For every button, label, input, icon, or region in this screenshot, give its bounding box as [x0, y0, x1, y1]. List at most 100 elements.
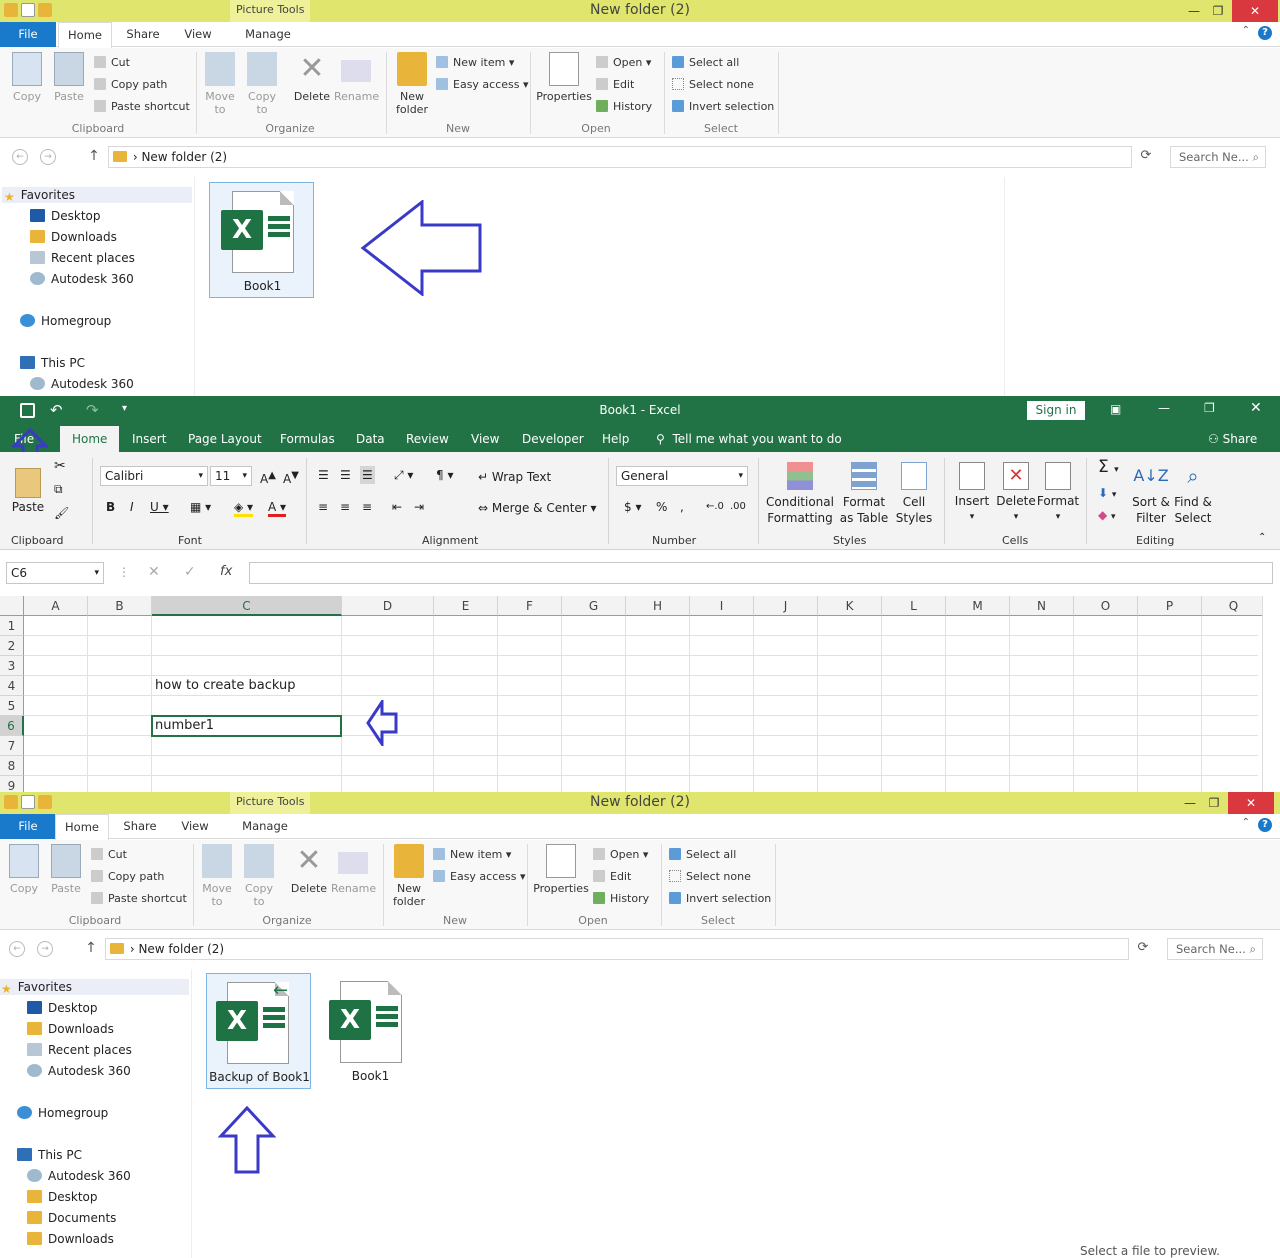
worksheet-row[interactable]: [24, 756, 1258, 776]
nav-favorites[interactable]: ★ Favorites: [2, 187, 192, 204]
rename-button[interactable]: Rename: [334, 52, 379, 103]
orientation-icon[interactable]: ⤢ ▾: [394, 468, 413, 482]
tab-home[interactable]: Home: [55, 814, 109, 840]
column-header-l[interactable]: L: [882, 596, 946, 616]
collapse-ribbon-icon[interactable]: ⌃: [1258, 532, 1266, 543]
column-header-m[interactable]: M: [946, 596, 1010, 616]
file-item-book1[interactable]: X Book1: [209, 182, 314, 298]
new-folder-button[interactable]: New folder: [392, 52, 432, 116]
row-header-7[interactable]: 7: [0, 736, 24, 756]
open-button[interactable]: Open ▾: [596, 56, 651, 70]
nav-desktop-pc[interactable]: Desktop: [27, 1189, 98, 1205]
copy-button[interactable]: Copy: [10, 52, 44, 103]
row-header-2[interactable]: 2: [0, 636, 24, 656]
copy-icon[interactable]: ⧉: [54, 482, 63, 497]
worksheet-row[interactable]: [24, 696, 1258, 716]
restore-button[interactable]: ❐: [1200, 0, 1236, 22]
tab-view[interactable]: View: [171, 814, 219, 839]
properties-button[interactable]: Properties: [536, 52, 592, 103]
select-all-button[interactable]: Select all: [672, 56, 739, 70]
sign-in-button[interactable]: Sign in: [1027, 401, 1085, 420]
align-top-icon[interactable]: ☰: [318, 468, 329, 482]
file-item-backup-of-book1[interactable]: X ← Backup of Book1: [206, 973, 311, 1089]
tab-home[interactable]: Home: [60, 426, 120, 452]
nav-favorites[interactable]: ★ Favorites: [0, 979, 189, 996]
nav-downloads-pc[interactable]: Downloads: [27, 1231, 114, 1247]
nav-homegroup[interactable]: Homegroup: [17, 1105, 108, 1121]
history-button[interactable]: History: [596, 100, 652, 114]
cut-icon[interactable]: ✂: [54, 458, 66, 474]
nav-autodesk-360[interactable]: Autodesk 360: [30, 271, 134, 287]
cell-styles-button[interactable]: Cell Styles: [892, 462, 936, 526]
restore-button[interactable]: ❐: [1204, 401, 1215, 415]
copy-button[interactable]: Copy: [7, 844, 41, 895]
worksheet-row[interactable]: [24, 656, 1258, 676]
paragraph-icon[interactable]: ¶ ▾: [436, 468, 453, 482]
merge-center-button[interactable]: ⇔ Merge & Center ▾: [478, 501, 597, 515]
insert-function-icon[interactable]: fx: [220, 564, 232, 579]
tell-me-search[interactable]: ⚲ Tell me what you want to do: [656, 426, 842, 452]
undo-icon[interactable]: ↶: [50, 401, 63, 419]
bold-button[interactable]: B: [106, 500, 115, 514]
insert-button[interactable]: Insert ▾: [950, 462, 994, 522]
worksheet-row[interactable]: [24, 616, 1258, 636]
copy-to-button[interactable]: Copy to: [244, 52, 280, 116]
font-name-select[interactable]: Calibri ▾: [100, 466, 208, 486]
row-header-3[interactable]: 3: [0, 656, 24, 676]
nav-this-pc[interactable]: This PC: [17, 1147, 82, 1163]
save-icon[interactable]: [20, 403, 35, 418]
move-to-button[interactable]: Move to: [202, 52, 238, 116]
cancel-icon[interactable]: ✕: [148, 564, 160, 580]
delete-button[interactable]: ✕ Delete: [289, 844, 329, 896]
find-select-button[interactable]: ⌕ Find & Select: [1172, 462, 1214, 526]
share-button[interactable]: ⚇ Share: [1208, 426, 1257, 452]
nav-autodesk-360-pc[interactable]: Autodesk 360: [30, 376, 134, 392]
decrease-font-icon[interactable]: A▼: [283, 469, 299, 486]
cell-c4[interactable]: how to create backup: [155, 676, 296, 696]
customize-qat-icon[interactable]: ▾: [122, 403, 127, 414]
vertical-scrollbar[interactable]: [1262, 596, 1274, 796]
nav-documents[interactable]: Documents: [27, 1210, 116, 1226]
redo-icon[interactable]: ↷: [86, 401, 99, 419]
back-icon[interactable]: ←: [9, 941, 25, 957]
underline-button[interactable]: U ▾: [150, 500, 169, 514]
tab-insert[interactable]: Insert: [132, 426, 166, 452]
address-input[interactable]: › New folder (2): [105, 938, 1129, 960]
column-header-e[interactable]: E: [434, 596, 498, 616]
invert-selection-button[interactable]: Invert selection: [672, 100, 774, 114]
tab-home[interactable]: Home: [58, 22, 112, 48]
nav-homegroup[interactable]: Homegroup: [20, 313, 111, 329]
italic-button[interactable]: I: [130, 500, 134, 514]
column-header-c[interactable]: C: [152, 596, 342, 616]
currency-icon[interactable]: $ ▾: [624, 500, 641, 514]
history-button[interactable]: History: [593, 892, 649, 906]
decrease-decimal-icon[interactable]: .00: [730, 500, 746, 514]
column-header-q[interactable]: Q: [1202, 596, 1266, 616]
open-button[interactable]: Open ▾: [593, 848, 648, 862]
nav-desktop[interactable]: Desktop: [30, 208, 101, 224]
align-left-icon[interactable]: ≡: [318, 500, 328, 514]
close-button[interactable]: ✕: [1250, 400, 1262, 416]
nav-this-pc[interactable]: This PC: [20, 355, 85, 371]
worksheet-row[interactable]: [24, 736, 1258, 756]
select-all-button[interactable]: Select all: [669, 848, 736, 862]
nav-autodesk-360-pc[interactable]: Autodesk 360: [27, 1168, 131, 1184]
copy-path-button[interactable]: Copy path: [91, 870, 164, 884]
tab-view[interactable]: View: [471, 426, 499, 452]
new-folder-button[interactable]: New folder: [389, 844, 429, 908]
increase-decimal-icon[interactable]: ←.0: [706, 500, 724, 514]
back-icon[interactable]: ←: [12, 149, 28, 165]
select-none-button[interactable]: Select none: [669, 870, 751, 884]
easy-access-button[interactable]: Easy access ▾: [433, 870, 526, 884]
column-header-j[interactable]: J: [754, 596, 818, 616]
nav-desktop[interactable]: Desktop: [27, 1000, 98, 1016]
tab-review[interactable]: Review: [406, 426, 449, 452]
align-middle-icon[interactable]: ☰: [340, 468, 351, 482]
new-item-button[interactable]: New item ▾: [433, 848, 511, 862]
column-header-f[interactable]: F: [498, 596, 562, 616]
row-header-8[interactable]: 8: [0, 756, 24, 776]
row-header-5[interactable]: 5: [0, 696, 24, 716]
file-item-book1[interactable]: X Book1: [318, 973, 423, 1089]
column-header-b[interactable]: B: [88, 596, 152, 616]
cell-c6[interactable]: number1: [155, 716, 214, 736]
